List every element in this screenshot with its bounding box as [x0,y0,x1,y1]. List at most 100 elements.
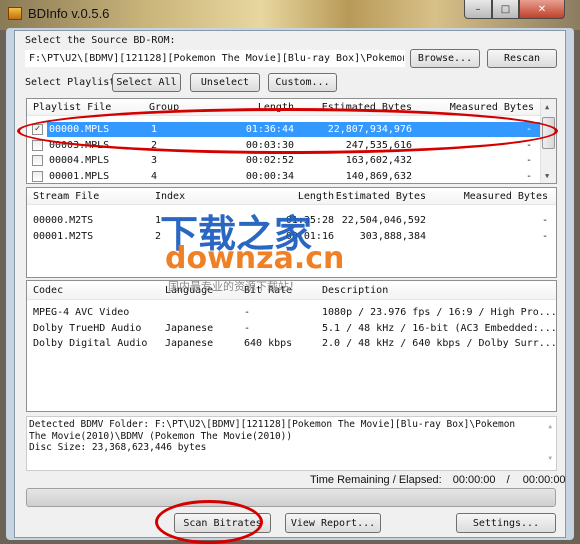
playlist-group: 2 [151,139,158,151]
scan-progress-bar [26,488,556,507]
stream-index: 2 [155,231,162,242]
scroll-down-icon[interactable]: ▼ [545,172,549,180]
col-codec[interactable]: Codec [33,285,63,296]
codec-bit-rate: 640 kbps [244,338,293,349]
codec-bit-rate: - [244,322,251,334]
playlist-length: 00:03:30 [245,139,294,151]
time-label: Time Remaining / Elapsed: [310,474,442,486]
playlist-group: 4 [151,170,158,182]
codec-row[interactable]: MPEG-4 AVC Video - 1080p / 23.976 fps / … [27,305,557,320]
playlist-estimated-bytes: 140,869,632 [345,170,412,182]
playlist-row[interactable]: 00004.MPLS 3 00:02:52 163,602,432 - [27,153,540,168]
codec-name: Dolby TrueHD Audio [33,322,142,334]
codec-language: Japanese [165,322,214,334]
col-stream-file[interactable]: Stream File [33,191,99,202]
stream-file: 00001.M2TS [33,231,94,242]
playlist-estimated-bytes: 22,807,934,976 [327,124,412,135]
browse-button[interactable]: Browse... [410,49,480,68]
codec-name: MPEG-4 AVC Video [33,307,130,318]
playlist-row[interactable]: ✓ 00000.MPLS 1 01:36:44 22,807,934,976 - [27,122,540,137]
col-length[interactable]: Length [258,102,294,113]
playlist-row[interactable]: 00001.MPLS 4 00:00:34 140,869,632 - [27,169,540,184]
codec-list[interactable]: Codec Language Bit Rate Description MPEG… [26,280,557,412]
playlist-measured-bytes: - [525,155,532,166]
scroll-up-icon[interactable]: ▲ [545,103,549,111]
col-length[interactable]: Length [298,191,334,202]
scroll-up-icon[interactable]: ▲ [548,421,552,433]
stream-estimated-bytes: 303,888,384 [359,231,426,242]
playlist-header: Playlist File Group Length Estimated Byt… [27,99,540,116]
playlist-measured-bytes: - [525,124,532,135]
info-line: The Movie(2010)\BDMV (Pokemon The Movie(… [29,430,293,442]
col-index[interactable]: Index [155,191,185,202]
playlist-file: 00000.MPLS [49,124,110,135]
codec-description: 2.0 / 48 kHz / 640 kbps / Dolby Surr... [322,338,557,349]
time-separator: / [506,474,510,486]
stream-index: 1 [155,215,162,226]
time-elapsed: 00:00:00 [522,474,566,486]
stream-file: 00000.M2TS [33,215,94,226]
playlist-checkbox[interactable] [32,170,43,182]
col-group[interactable]: Group [149,102,179,113]
col-estimated-bytes[interactable]: Estimated Bytes [336,191,426,202]
playlist-checkbox[interactable] [32,139,43,151]
settings-button[interactable]: Settings... [456,513,556,533]
view-report-button[interactable]: View Report... [285,513,381,533]
col-estimated-bytes[interactable]: Estimated Bytes [322,102,412,113]
playlist-checkbox[interactable]: ✓ [32,124,43,135]
info-line: Detected BDMV Folder: F:\PT\U2\[BDMV][12… [29,419,516,430]
close-button[interactable]: ✕ [519,0,565,19]
stream-length: 00:01:16 [285,231,334,242]
codec-description: 5.1 / 48 kHz / 16-bit (AC3 Embedded:... [322,322,557,334]
playlist-checkbox[interactable] [32,155,43,166]
playlist-length: 01:36:44 [245,124,294,135]
stream-measured-bytes: - [541,215,548,226]
codec-row[interactable]: Dolby Digital Audio Japanese 640 kbps 2.… [27,336,557,351]
app-icon [8,7,22,20]
stream-row[interactable]: 00000.M2TS 1 01:35:28 22,504,046,592 - [27,213,556,228]
stream-header: Stream File Index Length Estimated Bytes… [27,188,556,205]
playlist-list[interactable]: Playlist File Group Length Estimated Byt… [26,98,557,184]
maximize-button[interactable]: □ [492,0,519,19]
playlist-scrollbar[interactable]: ▲ ▼ [540,99,556,183]
col-measured-bytes[interactable]: Measured Bytes [464,191,548,202]
playlist-estimated-bytes: 163,602,432 [345,155,412,166]
source-path-input[interactable]: F:\PT\U2\[BDMV][121128][Pokemon The Movi… [25,50,405,67]
codec-row[interactable]: Dolby TrueHD Audio Japanese - 5.1 / 48 k… [27,321,557,336]
playlist-length: 00:00:34 [245,170,294,182]
rescan-button[interactable]: Rescan [487,49,557,68]
codec-name: Dolby Digital Audio [33,338,148,349]
time-remaining: 00:00:00 [452,474,496,486]
minimize-button[interactable]: – [464,0,492,19]
stream-row[interactable]: 00001.M2TS 2 00:01:16 303,888,384 - [27,229,556,244]
custom-button[interactable]: Custom... [268,73,337,92]
codec-bit-rate: - [244,307,251,318]
playlist-group: 3 [151,155,158,166]
col-playlist-file[interactable]: Playlist File [33,102,111,113]
stream-length: 01:35:28 [285,215,334,226]
stream-list[interactable]: Stream File Index Length Estimated Bytes… [26,187,557,278]
col-bit-rate[interactable]: Bit Rate [244,285,292,296]
playlist-group: 1 [151,124,158,135]
scrollbar-thumb[interactable] [542,117,555,149]
scroll-down-icon[interactable]: ▼ [548,453,552,465]
col-language[interactable]: Language [165,285,213,296]
stream-measured-bytes: - [541,231,548,242]
playlist-row[interactable]: 00003.MPLS 2 00:03:30 247,535,616 - [27,138,540,153]
source-label: Select the Source BD-ROM: [25,35,176,46]
col-measured-bytes[interactable]: Measured Bytes [450,102,534,113]
playlist-file: 00001.MPLS [49,170,110,182]
scan-bitrates-button[interactable]: Scan Bitrates [174,513,271,533]
unselect-button[interactable]: Unselect [190,73,260,92]
info-line: Disc Size: 23,368,623,446 bytes [29,442,207,453]
info-textbox[interactable]: Detected BDMV Folder: F:\PT\U2\[BDMV][12… [26,416,557,471]
col-description[interactable]: Description [322,285,388,296]
select-playlist-label: Select Playlist [25,77,116,88]
codec-description: 1080p / 23.976 fps / 16:9 / High Pro... [322,307,557,318]
codec-language: Japanese [165,338,214,349]
window-title: BDInfo v.0.5.6 [28,6,110,21]
playlist-length: 00:02:52 [245,155,294,166]
playlist-measured-bytes: - [525,170,532,182]
codec-header: Codec Language Bit Rate Description [27,281,556,300]
select-all-button[interactable]: Select All [112,73,181,92]
